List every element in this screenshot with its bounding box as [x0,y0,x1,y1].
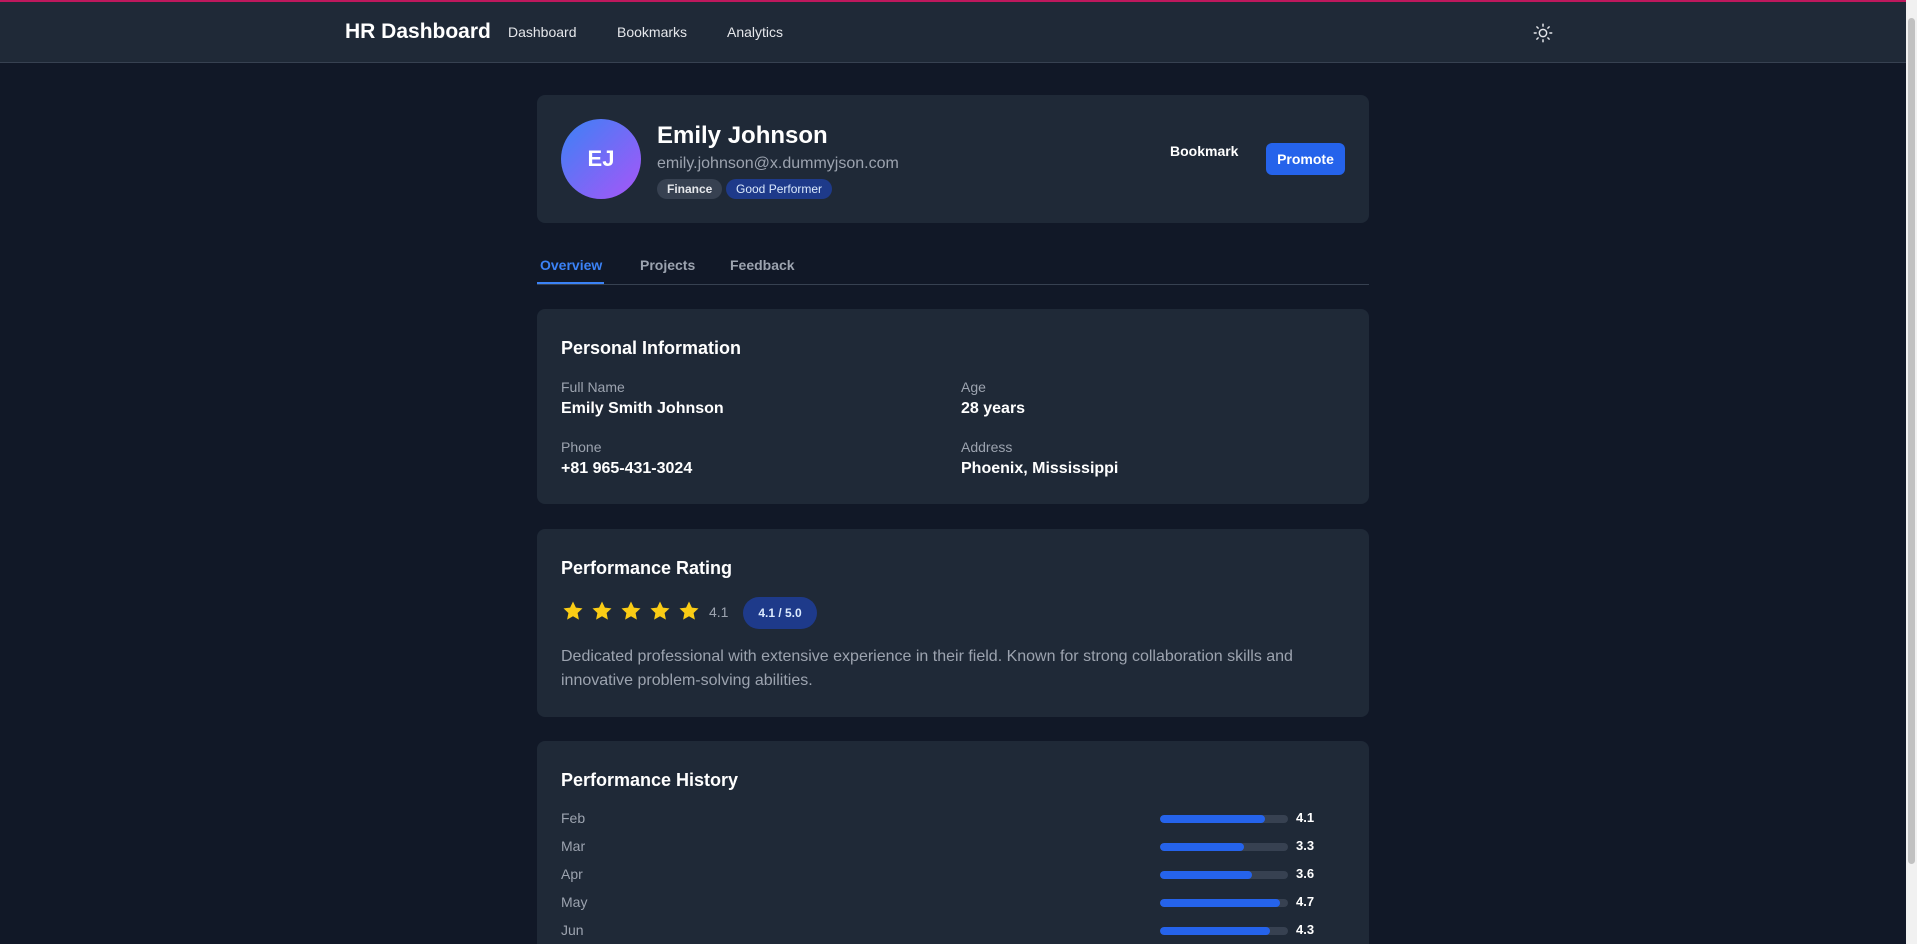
performance-history-card: Performance History Feb 4.1 Mar 3.3 Apr 3.6 Ma… [537,741,1369,944]
promote-button[interactable]: Promote [1266,143,1345,175]
employee-name: Emily Johnson [657,122,828,149]
personal-information-card: Personal Information Full Name Emily Smi… [537,309,1369,504]
scrollbar-thumb[interactable] [1908,18,1915,864]
history-row: May 4.7 [561,892,1345,912]
history-value: 4.3 [1296,922,1315,937]
history-month: Apr [561,866,583,882]
phone-value: +81 965-431-3024 [561,460,693,477]
performance-rating-card: Performance Rating 4.1 4.1 / 5.0 Dedicat… [537,529,1369,717]
employee-bio: Dedicated professional with extensive ex… [561,648,1293,689]
history-bar-track [1160,843,1288,851]
tab-overview[interactable]: Overview [540,257,602,273]
nav-link-analytics[interactable]: Analytics [727,24,783,40]
brand-title[interactable]: HR Dashboard [345,20,491,44]
theme-toggle-button[interactable] [1532,22,1554,44]
age-value: 28 years [961,400,1026,417]
star-icon [679,601,699,620]
profile-card: EJ Emily Johnson emily.johnson@x.dummyjs… [537,95,1369,223]
history-value: 3.6 [1296,866,1315,881]
personal-information-title: Personal Information [561,338,742,358]
history-month: May [561,894,588,910]
full-name-label: Full Name [561,379,625,395]
history-value: 4.1 [1296,810,1315,825]
history-bar-track [1160,815,1288,823]
history-bar-fill [1160,843,1245,851]
department-badge: Finance [657,179,723,199]
rating-pill: 4.1 / 5.0 [743,597,817,629]
address-label: Address [961,439,1013,455]
nav-link-dashboard[interactable]: Dashboard [508,24,577,40]
star-icon [650,601,670,620]
history-row: Apr 3.6 [561,864,1345,884]
history-row: Feb 4.1 [561,808,1345,828]
rating-value: 4.1 [709,604,729,620]
history-bar-fill [1160,871,1253,879]
history-row: Jun 4.3 [561,920,1345,940]
performance-rating-title: Performance Rating [561,558,733,578]
history-bar-track [1160,899,1288,907]
nav-link-bookmarks[interactable]: Bookmarks [617,24,687,40]
history-bar-track [1160,927,1288,935]
history-row: Mar 3.3 [561,836,1345,856]
star-icon [592,601,612,620]
bookmark-button[interactable]: Bookmark [1170,143,1238,159]
history-bar-fill [1160,815,1265,823]
performance-history-title: Performance History [561,770,739,790]
history-month: Mar [561,838,586,854]
star-icon [563,601,583,620]
history-value: 3.3 [1296,838,1315,853]
tab-feedback[interactable]: Feedback [730,257,795,273]
phone-label: Phone [561,439,602,455]
history-month: Feb [561,810,586,826]
history-bar-fill [1160,927,1271,935]
star-icon [621,601,641,620]
sun-icon [1533,23,1553,43]
history-value: 4.7 [1296,894,1315,909]
page-scrollbar[interactable] [1906,0,1917,944]
avatar: EJ [561,119,641,199]
navbar: HR Dashboard Dashboard Bookmarks Analyti… [0,2,1906,63]
age-label: Age [961,379,986,395]
profile-tabs: Overview Projects Feedback [537,252,1369,285]
employee-email: emily.johnson@x.dummyjson.com [657,155,899,172]
address-value: Phoenix, Mississippi [961,460,1119,477]
history-bar-fill [1160,899,1281,907]
performance-badge: Good Performer [726,179,833,199]
star-rating [561,599,701,623]
active-tab-indicator [537,282,604,284]
history-bar-track [1160,871,1288,879]
history-month: Jun [561,922,584,938]
tab-projects[interactable]: Projects [640,257,695,273]
full-name-value: Emily Smith Johnson [561,400,724,417]
